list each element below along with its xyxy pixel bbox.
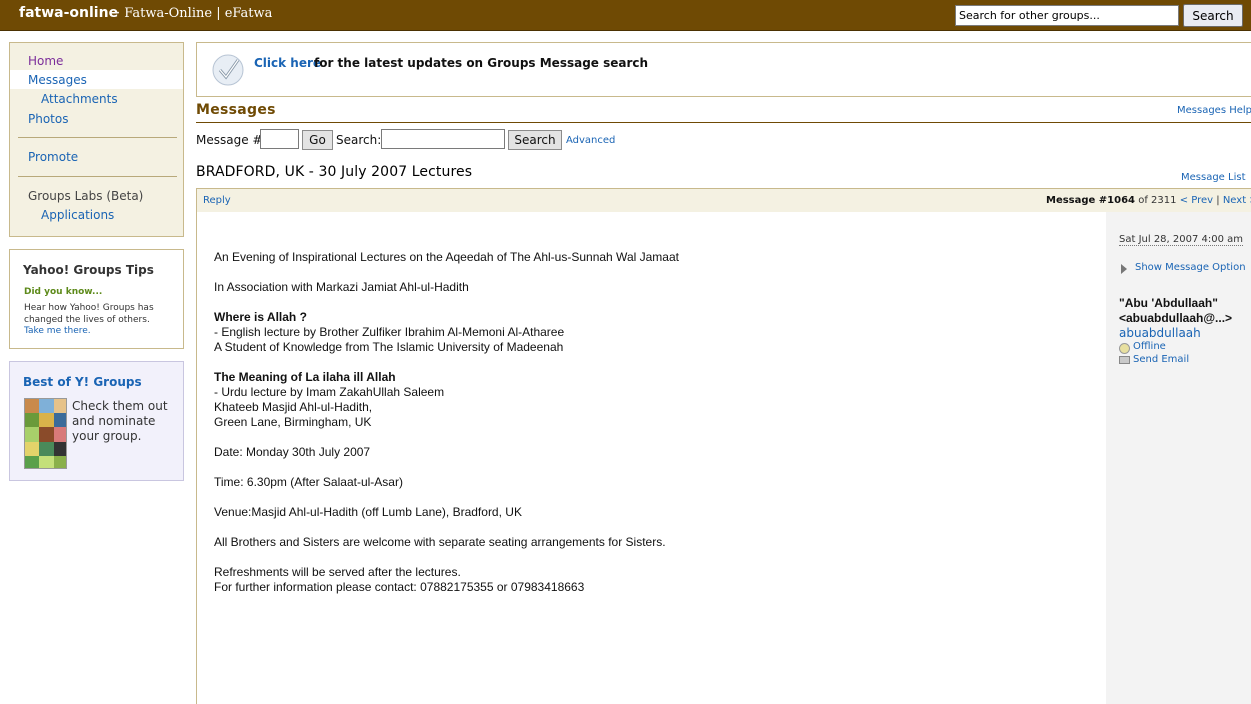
status-offline-icon (1119, 343, 1130, 354)
advanced-search-link[interactable]: Advanced (566, 135, 615, 146)
heading-rule (196, 122, 1251, 123)
body-line: Khateeb Masjid Ahl-ul-Hadith, (214, 400, 373, 414)
tips-did-you-know: Did you know... (24, 287, 103, 297)
message-list-link[interactable]: Message List (1181, 172, 1246, 183)
left-nav: Home Messages Attachments Photos Promote… (9, 42, 184, 237)
body-line: Date: Monday 30th July 2007 (214, 445, 371, 459)
notice-click-here-link[interactable]: Click here (254, 56, 321, 70)
message-number-input[interactable] (260, 129, 299, 149)
nav-photos[interactable]: Photos (28, 112, 68, 126)
body-line: Refreshments will be served after the le… (214, 565, 461, 579)
author-profile-link[interactable]: abuabdullaah (1119, 326, 1201, 340)
message-search-input[interactable] (381, 129, 505, 149)
group-subtitle: · Fatwa-Online | eFatwa (116, 6, 273, 21)
tips-link[interactable]: Take me there. (24, 326, 91, 336)
body-line: Time: 6.30pm (After Salaat-ul-Asar) (214, 475, 403, 489)
notice-text: for the latest updates on Groups Message… (314, 56, 649, 70)
message-number-label: Message # (196, 133, 263, 147)
body-line: - Urdu lecture by Imam ZakahUllah Saleem (214, 385, 445, 399)
body-line: For further information please contact: … (214, 580, 585, 594)
reply-link[interactable]: Reply (203, 195, 231, 206)
nav-applications[interactable]: Applications (41, 208, 114, 222)
nav-messages[interactable]: Messages (28, 73, 87, 87)
nav-groups-labs: Groups Labs (Beta) (28, 189, 144, 203)
body-line: All Brothers and Sisters are welcome wit… (214, 535, 666, 549)
best-of-groups-box: Best of Y! Groups Check them out and nom… (9, 361, 184, 481)
nav-home[interactable]: Home (28, 54, 63, 68)
message-body: An Evening of Inspirational Lectures on … (196, 212, 1106, 704)
messages-heading: Messages (196, 102, 276, 118)
body-line: Green Lane, Birmingham, UK (214, 415, 372, 429)
best-of-text: Check them out and nominate your group. (72, 399, 168, 443)
mail-icon (1119, 356, 1130, 364)
best-of-thumbnail-image[interactable] (24, 398, 67, 469)
checkmark-icon (211, 53, 245, 87)
message-position: Message #1064 of 2311 < Prev | Next > (1046, 195, 1251, 206)
notice-box: Click here for the latest updates on Gro… (196, 42, 1251, 97)
tips-text: Hear how Yahoo! Groups has changed the l… (24, 303, 154, 325)
nav-divider (18, 137, 177, 138)
body-line: A Student of Knowledge from The Islamic … (214, 340, 564, 354)
message-toolbar: Reply Message #1064 of 2311 < Prev | Nex… (196, 188, 1251, 212)
send-email-link[interactable]: Send Email (1133, 354, 1189, 365)
nav-divider (18, 176, 177, 177)
body-line: Where is Allah ? (214, 310, 307, 324)
triangle-right-icon[interactable] (1121, 264, 1127, 274)
status-text: Offline (1133, 341, 1166, 352)
tips-title: Yahoo! Groups Tips (23, 263, 154, 277)
go-button[interactable]: Go (302, 130, 333, 150)
top-bar: fatwa-online · Fatwa-Online | eFatwa Sea… (0, 0, 1251, 31)
nav-separator: | (1216, 195, 1220, 206)
message-side-panel: Sat Jul 28, 2007 4:00 am Show Message Op… (1106, 212, 1251, 704)
search-label: Search: (336, 133, 382, 147)
show-message-option-link[interactable]: Show Message Option (1135, 262, 1246, 273)
body-line: In Association with Markazi Jamiat Ahl-u… (214, 280, 469, 294)
message-date: Sat Jul 28, 2007 4:00 am (1119, 234, 1244, 246)
message-total: of 2311 (1138, 195, 1177, 206)
nav-attachments[interactable]: Attachments (41, 92, 118, 106)
author-name: "Abu 'Abdullaah" <abuabdullaah@...> (1119, 296, 1233, 325)
tips-box: Yahoo! Groups Tips Did you know... Hear … (9, 249, 184, 349)
best-of-title[interactable]: Best of Y! Groups (23, 375, 142, 389)
group-name[interactable]: fatwa-online (19, 5, 118, 21)
body-line: - English lecture by Brother Zulfiker Ib… (214, 325, 565, 339)
body-line: An Evening of Inspirational Lectures on … (214, 250, 679, 264)
prev-link[interactable]: < Prev (1180, 195, 1213, 206)
message-subject: BRADFORD, UK - 30 July 2007 Lectures (196, 164, 473, 180)
message-search-button[interactable]: Search (508, 130, 562, 150)
nav-promote[interactable]: Promote (28, 150, 78, 164)
search-groups-input[interactable] (955, 5, 1179, 26)
next-link[interactable]: Next > (1223, 195, 1251, 206)
search-groups-button[interactable]: Search (1183, 4, 1243, 27)
messages-help-link[interactable]: Messages Help (1177, 105, 1251, 116)
message-number: Message #1064 (1046, 195, 1136, 206)
body-line: Venue:Masjid Ahl-ul-Hadith (off Lumb Lan… (214, 505, 522, 519)
body-line: The Meaning of La ilaha ill Allah (214, 370, 396, 384)
